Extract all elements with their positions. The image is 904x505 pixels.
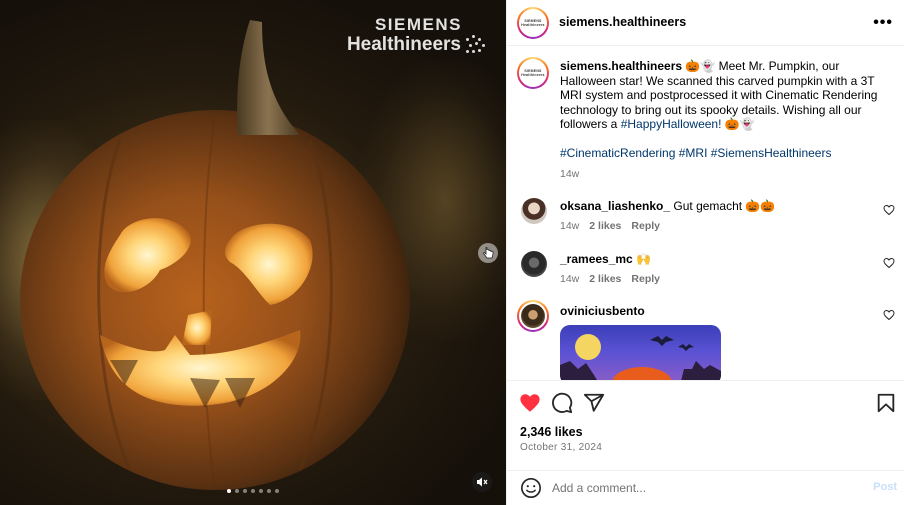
comment-item: oksana_liashenko_ Gut gemacht 🎃🎃 14w 2 l…	[507, 198, 904, 248]
speaker-muted-icon	[477, 477, 488, 487]
comments-list[interactable]: SIEMENS Healthineers siemens.healthineers…	[507, 47, 904, 380]
brand-wordmark-top: SIEMENS	[374, 15, 462, 34]
siemens-logo-icon: SIEMENS Healthineers	[521, 61, 545, 85]
avatar[interactable]	[521, 198, 547, 224]
comment-item: _ramees_mc 🙌 14w 2 likes Reply	[507, 251, 904, 301]
caption-timestamp: 14w	[560, 168, 580, 180]
post-details-panel: SIEMENS Healthineers siemens.healthineers…	[506, 0, 904, 505]
header-username[interactable]: siemens.healthineers	[559, 15, 686, 29]
halloween-gif[interactable]	[560, 325, 721, 380]
post-media[interactable]: SIEMENS Healthineers	[0, 0, 506, 505]
comment-likes[interactable]: 2 likes	[589, 220, 621, 232]
halloween-scene-image	[560, 334, 721, 380]
caption-avatar[interactable]: SIEMENS Healthineers	[517, 57, 549, 89]
heart-outline-icon[interactable]	[883, 257, 895, 269]
carousel-dot	[243, 489, 247, 493]
heart-outline-icon[interactable]	[883, 204, 895, 216]
post-header: SIEMENS Healthineers siemens.healthineers…	[507, 0, 904, 46]
avatar[interactable]	[521, 251, 547, 277]
pumpkin-image	[20, 20, 410, 491]
likes-count[interactable]: 2,346 likes	[520, 425, 583, 439]
comment-input[interactable]	[552, 479, 852, 497]
dots-logo-icon	[464, 34, 488, 56]
comment-likes[interactable]: 2 likes	[589, 273, 621, 285]
comment-text: 🙌	[632, 252, 652, 266]
comment-time: 14w	[560, 220, 580, 232]
carousel-dots	[227, 489, 279, 493]
comment-username[interactable]: _ramees_mc	[560, 252, 633, 266]
post-date: October 31, 2024	[520, 442, 603, 453]
carousel-dot	[227, 489, 231, 493]
heart-outline-icon[interactable]	[883, 309, 895, 321]
comment-time: 14w	[560, 273, 580, 285]
bookmark-icon[interactable]	[875, 392, 897, 414]
reply-button[interactable]: Reply	[631, 273, 660, 285]
comment-icon[interactable]	[551, 392, 573, 414]
post-caption: siemens.healthineers 🎃👻 Meet Mr. Pumpkin…	[560, 59, 890, 161]
brand-wordmark-bottom: Healthineers	[346, 34, 461, 55]
hashtag-link[interactable]: #HappyHalloween!	[621, 117, 722, 131]
heart-filled-icon[interactable]	[519, 392, 541, 414]
avatar[interactable]: SIEMENS Healthineers	[517, 7, 549, 39]
next-slide-button[interactable]	[478, 243, 498, 263]
reply-button[interactable]: Reply	[631, 220, 660, 232]
hashtags-line[interactable]: #CinematicRendering #MRI #SiemensHealthi…	[560, 146, 831, 160]
caption-tail: 🎃👻	[721, 117, 755, 132]
carousel-dot	[267, 489, 271, 493]
mute-button[interactable]	[472, 472, 492, 492]
carousel-dot	[235, 489, 239, 493]
siemens-logo-icon: SIEMENS Healthineers	[521, 11, 545, 35]
share-icon[interactable]	[583, 392, 605, 414]
add-comment-bar: Post	[507, 470, 904, 505]
caption-username[interactable]: siemens.healthineers	[560, 59, 682, 73]
carousel-dot	[275, 489, 279, 493]
carousel-dot	[251, 489, 255, 493]
comment-username[interactable]: oksana_liashenko_	[560, 199, 670, 213]
avatar[interactable]	[517, 300, 549, 332]
post-comment-button[interactable]: Post	[873, 481, 897, 493]
comment-text: Gut gemacht 🎃🎃	[670, 199, 776, 213]
comment-username[interactable]: oviniciusbento	[560, 304, 645, 318]
emoji-icon[interactable]	[520, 477, 542, 499]
carousel-dot	[259, 489, 263, 493]
post-actions: 2,346 likes October 31, 2024 Post	[507, 380, 904, 505]
more-options-icon[interactable]: •••	[873, 14, 893, 32]
hand-cursor-icon	[483, 246, 494, 259]
siemens-healthineers-logo: SIEMENS Healthineers	[347, 16, 488, 56]
